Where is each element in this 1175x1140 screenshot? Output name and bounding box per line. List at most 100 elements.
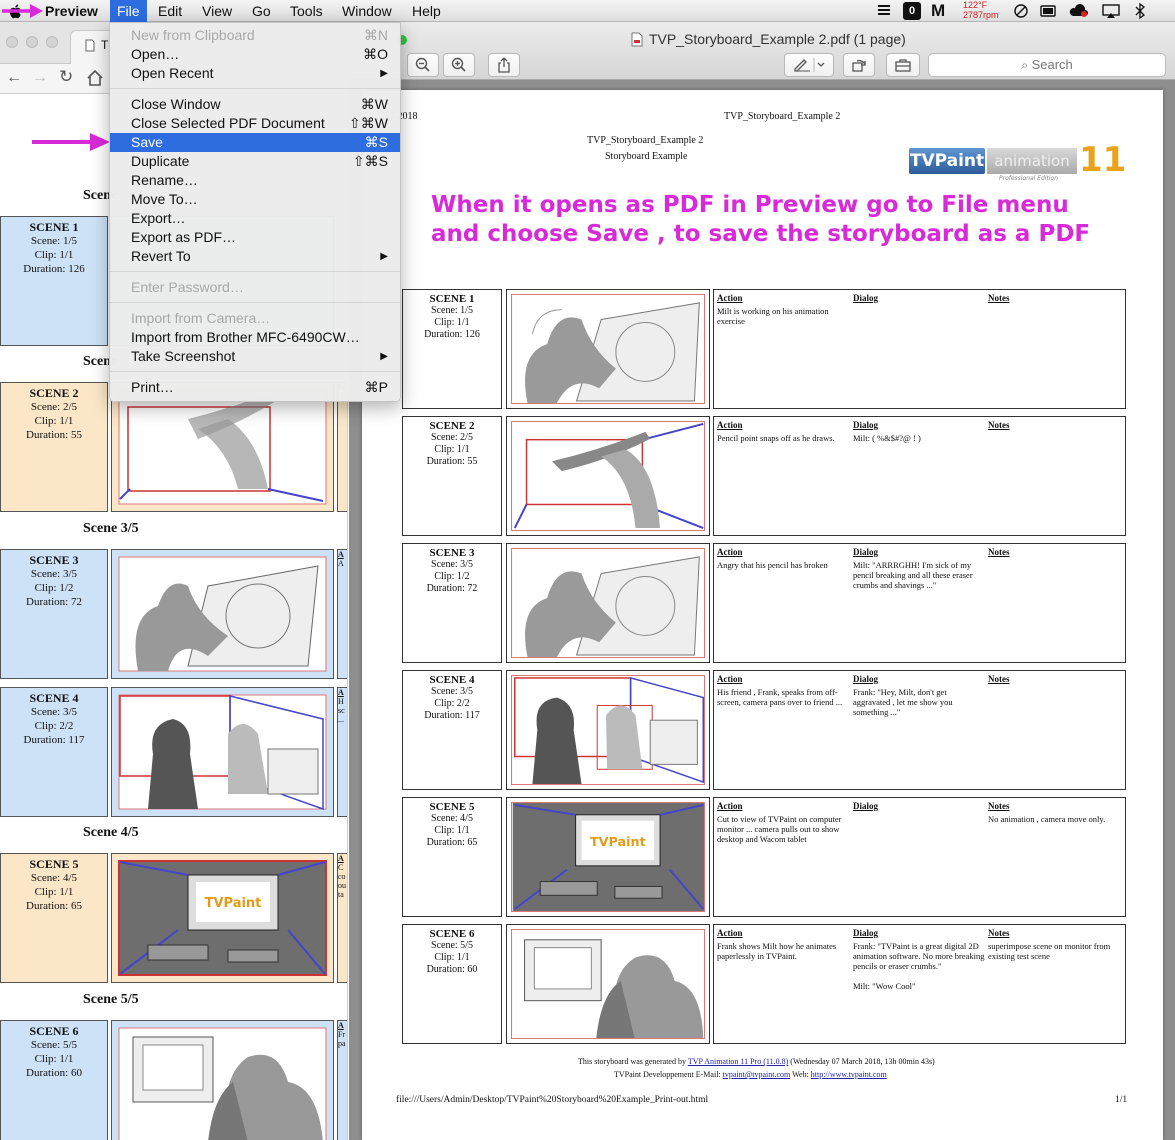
menu-view[interactable]: View [195,0,239,22]
menu-preview[interactable]: Preview [38,0,105,22]
clip-number: Clip: 1/1 [34,886,74,898]
clip-number: Clip: 1/1 [34,249,74,261]
menu-separator [110,88,400,89]
footer-email-link[interactable]: tvpaint@tvpaint.com [723,1070,791,1079]
search-icon: ⌕ [1021,58,1028,72]
magenta-arrow-save-icon [32,133,110,151]
notes-column: Notes [988,293,1124,306]
menu-tools[interactable]: Tools [283,0,330,22]
toolbox-button[interactable] [886,53,920,77]
footer-generated-text: This storyboard was generated by [578,1057,686,1066]
side-letter: A [338,688,344,697]
menu-shortcut: ⌘O [363,46,388,62]
menu-item-move-to[interactable]: Move To… [110,190,400,209]
display-icon[interactable] [1039,2,1057,20]
duration: Duration: 55 [26,429,82,441]
storyboard-row: SCENE 2 Scene: 2/5 Clip: 1/1 Duration: 55 Ac… [402,416,1126,536]
doc-subtitle: Storyboard Example [605,151,688,162]
menu-item-open[interactable]: Open… ⌘O [110,45,400,64]
close-window-icon[interactable] [6,36,18,48]
forward-icon[interactable]: → [32,69,48,87]
menu-item-import-from-brother-mfc-6490cw[interactable]: Import from Brother MFC-6490CW… [110,328,400,347]
zoom-out-button[interactable] [407,53,439,77]
bluetooth-icon[interactable] [1133,2,1147,20]
minimize-window-icon[interactable] [26,36,38,48]
menu-item-open-recent[interactable]: Open Recent ▶ [110,64,400,83]
menu-item-close-window[interactable]: Close Window ⌘W [110,95,400,114]
dialog-column: Dialog Milt: ( %&$#?@ ! ) [853,420,985,443]
menu-file[interactable]: File [110,0,147,22]
menu-shortcut: ⌘S [364,134,388,150]
notes-text: No animation , camera move only. [988,814,1106,824]
airplay-icon[interactable] [1101,2,1121,20]
clip-number: Clip: 1/1 [434,825,470,836]
pdf-page: 7/7/2018 TVP_Storyboard_Example 2 TVP_St… [362,90,1163,1140]
reload-icon[interactable]: ↻ [59,67,73,87]
page-number: 1/1 [1115,1095,1128,1105]
menu-item-take-screenshot[interactable]: Take Screenshot ▶ [110,347,400,366]
menu-item-label: New from Clipboard [131,27,255,43]
menu-item-duplicate[interactable]: Duplicate ⇧⌘S [110,152,400,171]
notes-column: Notes [988,547,1124,560]
clip-number: Clip: 2/2 [434,698,470,709]
menu-item-import-from-camera: Import from Camera… [110,309,400,328]
creative-cloud-icon[interactable] [1068,2,1090,20]
menu-item-save[interactable]: Save ⌘S [110,133,400,152]
menu-window[interactable]: Window [335,0,399,22]
action-column: Action His friend , Frank, speaks from of… [717,674,849,707]
menu-item-rename[interactable]: Rename… [110,171,400,190]
scene-info-cell: SCENE 5 Scene: 4/5 Clip: 1/1 Duration: 6… [0,853,108,983]
menu-item-export-as-pdf[interactable]: Export as PDF… [110,228,400,247]
markup-button[interactable] [784,53,834,77]
menu-help[interactable]: Help [405,0,448,22]
tvpaint-logo: TVPaint animation 11 Professional Editio… [907,140,1126,184]
zoom-in-button[interactable] [443,53,475,77]
clip-number: Clip: 1/2 [434,571,470,582]
scene-image [111,687,334,817]
artist-drawing-sketch-icon [118,556,327,672]
footer-web-link[interactable]: http://www.tvpaint.com [811,1070,887,1079]
clip-number: Clip: 1/1 [34,1053,74,1065]
action-text: Frank shows Milt how he animates paperle… [717,941,837,961]
menu-item-revert-to[interactable]: Revert To ▶ [110,247,400,266]
duration: Duration: 72 [426,583,478,594]
rotate-button[interactable] [843,53,875,77]
logo-text: TVPaint [909,148,985,174]
clock-icon[interactable] [1013,2,1029,20]
menu-go[interactable]: Go [245,0,278,22]
menu-edit[interactable]: Edit [151,0,189,22]
scene-image: TVPaint [511,802,705,912]
search-field[interactable]: ⌕ Search [928,53,1166,77]
notes-header: Notes [988,293,1010,303]
home-icon[interactable] [86,69,104,87]
footer-line-2: TVPaint Developpement E-Mail: tvpaint@tv… [614,1070,887,1079]
back-icon[interactable]: ← [6,69,22,87]
menu-shortcut: ⇧⌘S [352,153,388,169]
footer-software-link[interactable]: TVP Animation 11 Pro (11.0.8) [688,1057,788,1066]
action-column: Action Angry that his pencil has broken [717,547,849,570]
menu-item-close-selected-pdf-document[interactable]: Close Selected PDF Document ⇧⌘W [110,114,400,133]
scene-heading: SCENE 4 [429,674,475,686]
footer-date: (Wednesday 07 March 2018, 13h 00min 43s) [790,1057,935,1066]
dialog-text: Frank: "TVPaint is a great digital 2D an… [853,941,985,991]
menu-item-export[interactable]: Export… [110,209,400,228]
storyboard-sketch-icon [512,422,704,530]
submenu-arrow-icon: ▶ [380,351,388,362]
menu-shortcut: ⌘P [364,379,388,395]
scene-text-cell: Action Pencil point snaps off as he draws… [713,416,1126,536]
m-logo-icon[interactable]: M [931,2,953,20]
temperature-readout[interactable]: 122°F 2787rpm [963,0,999,20]
title-chevron-icon[interactable]: ⌄ [895,32,903,43]
storyboard-sketch-icon [512,295,704,403]
zoom-window-icon[interactable] [46,36,58,48]
scene-info-cell: SCENE 2 Scene: 2/5 Clip: 1/1 Duration: 5… [0,382,108,512]
tab-title: T [101,38,109,52]
action-text: Angry that his pencil has broken [717,560,828,570]
dialog-text: Frank: "Hey, Milt, don't get aggravated … [853,687,953,717]
menu-item-print[interactable]: Print… ⌘P [110,378,400,397]
preview-titlebar: TVP_Storyboard_Example 2.pdf (1 page) ⌄ … [349,22,1175,80]
share-button[interactable] [488,53,520,77]
battery-list-icon[interactable] [877,2,891,20]
notes-header: Notes [988,801,1010,811]
zero-icon[interactable]: 0 [903,2,921,20]
